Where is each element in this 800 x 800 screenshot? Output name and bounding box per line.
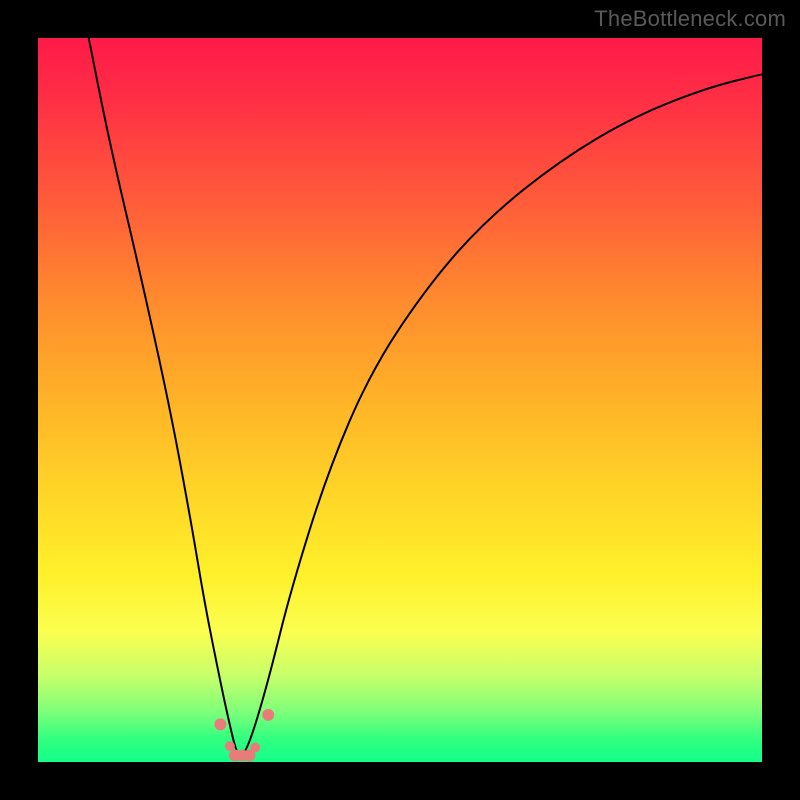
plot-area [38,38,762,762]
marker-point [262,709,274,721]
bottleneck-curve [89,38,762,755]
chart-frame: TheBottleneck.com [0,0,800,800]
watermark-text: TheBottleneck.com [594,6,786,32]
curve-svg [38,38,762,762]
bottleneck-markers [214,709,274,762]
marker-point [250,743,260,753]
marker-point [214,718,226,730]
marker-point [225,741,235,751]
